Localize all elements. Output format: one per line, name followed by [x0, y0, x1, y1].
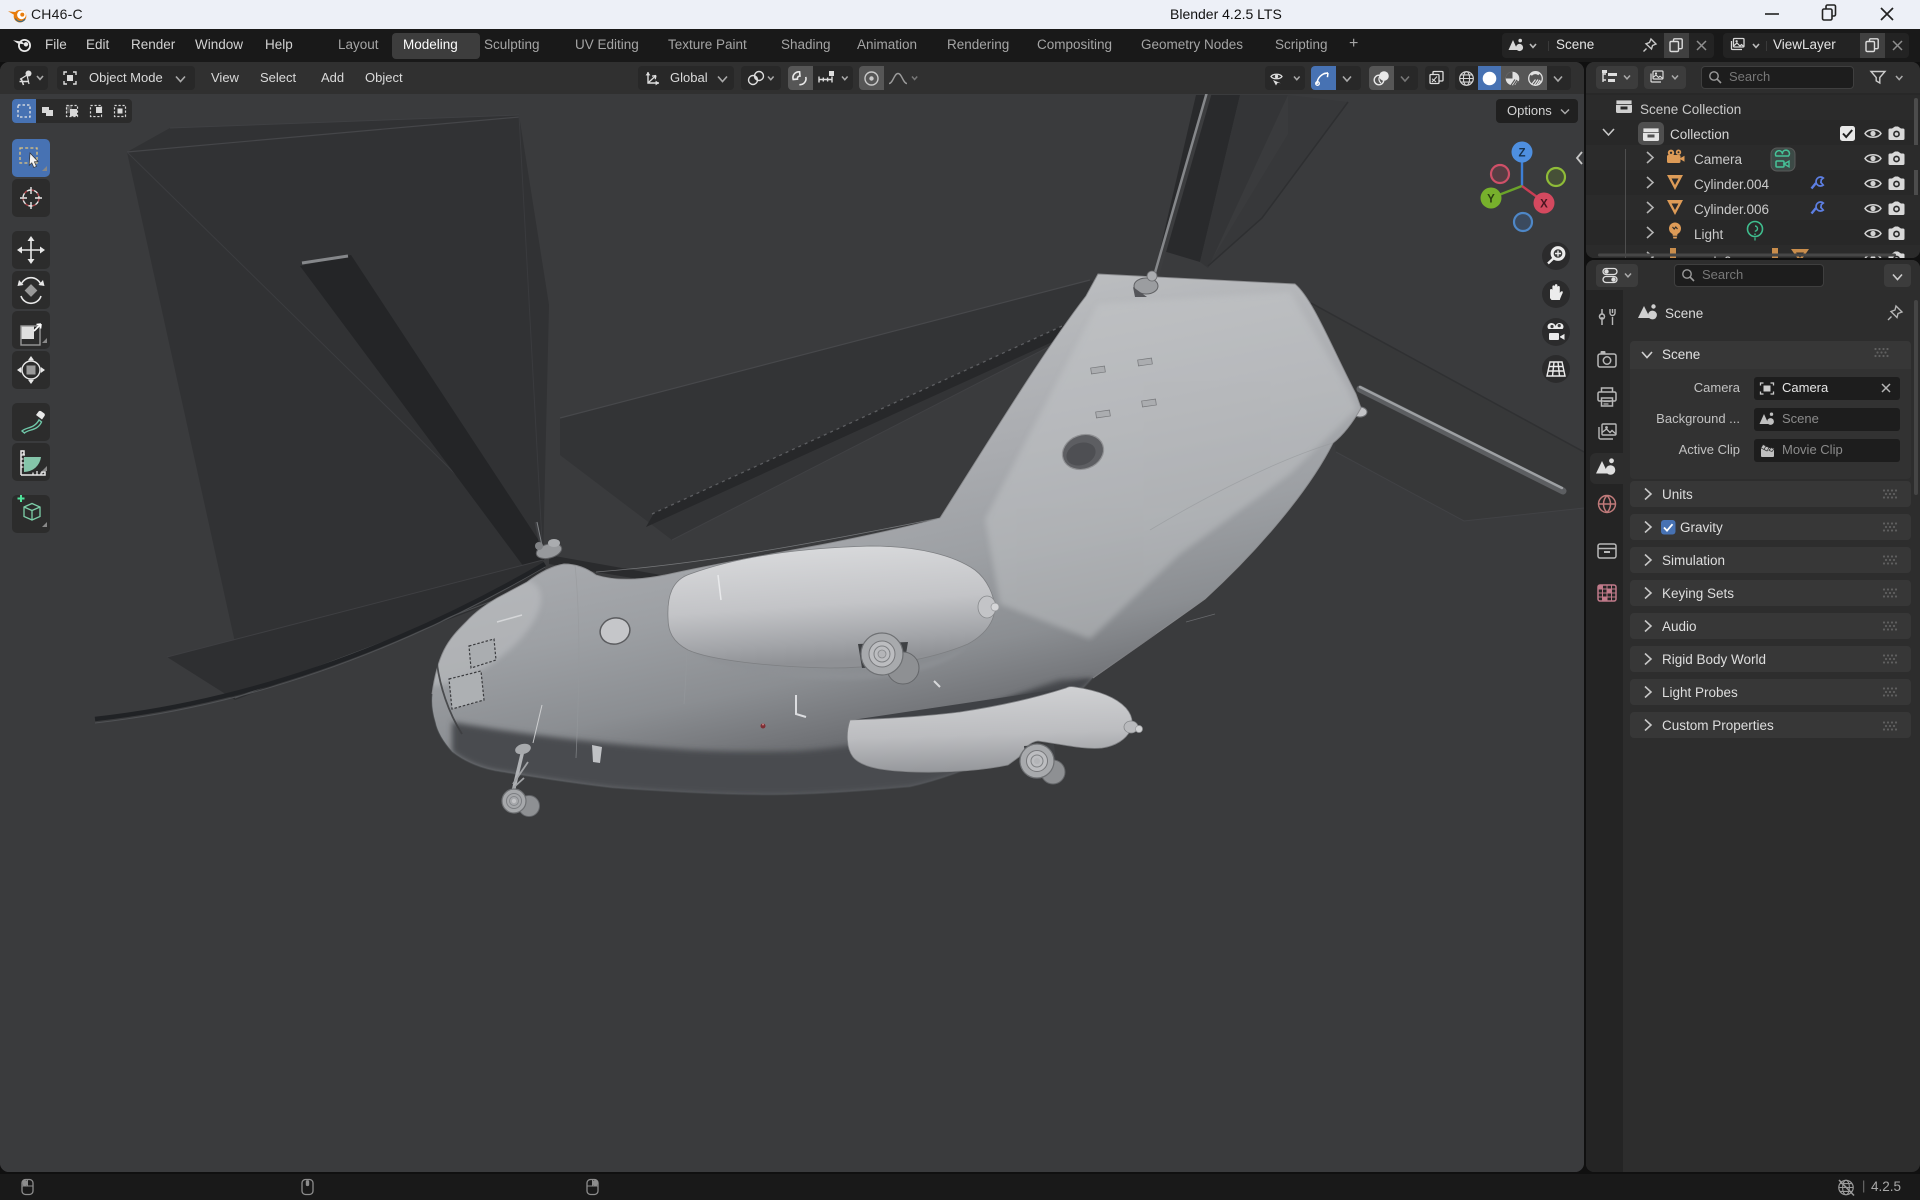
svg-text:Units: Units	[1662, 487, 1693, 502]
svg-text:Light: Light	[1694, 227, 1724, 242]
svg-text:Audio: Audio	[1662, 619, 1697, 634]
svg-text:Cylinder.006: Cylinder.006	[1694, 202, 1769, 217]
svg-text:Custom Properties: Custom Properties	[1662, 718, 1774, 733]
svg-text:Keying Sets: Keying Sets	[1662, 586, 1734, 601]
svg-text:Y: Y	[1487, 194, 1495, 206]
svg-text:Scene Collection: Scene Collection	[1640, 102, 1741, 117]
svg-text:Collection: Collection	[1670, 127, 1729, 142]
svg-text:X: X	[1540, 199, 1548, 211]
svg-text:Light Probes: Light Probes	[1662, 685, 1738, 700]
svg-text:Rigid Body World: Rigid Body World	[1662, 652, 1766, 667]
svg-text:Z: Z	[1518, 148, 1525, 160]
svg-text:Gravity: Gravity	[1680, 520, 1723, 535]
svg-text:Camera: Camera	[1694, 152, 1743, 167]
svg-text:Cylinder.004: Cylinder.004	[1694, 177, 1770, 192]
svg-text:Simulation: Simulation	[1662, 553, 1725, 568]
